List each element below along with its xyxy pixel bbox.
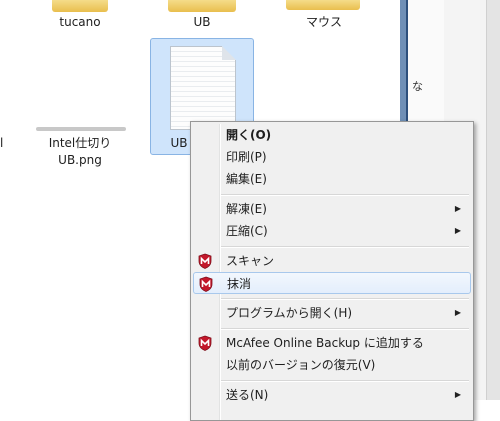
- submenu-arrow-icon: ▶: [454, 390, 461, 399]
- folder-body: [168, 0, 236, 12]
- menu-item-open-with[interactable]: プログラムから開く(H) ▶: [193, 302, 471, 324]
- submenu-arrow-icon: ▶: [454, 204, 461, 213]
- menu-item-label: 印刷(P): [226, 150, 267, 164]
- menu-item-mcafee-backup[interactable]: McAfee Online Backup に追加する: [193, 332, 471, 354]
- menu-separator: [221, 246, 469, 248]
- mcafee-shield-icon: [198, 335, 212, 351]
- image-thumbnail-icon[interactable]: [36, 127, 126, 131]
- folder-tucano-icon[interactable]: [52, 0, 108, 12]
- menu-item-label: 以前のバージョンの復元(V): [226, 358, 376, 372]
- menu-separator: [221, 328, 469, 330]
- menu-item-label: 編集(E): [226, 172, 267, 186]
- menu-item-open[interactable]: 開く(O): [193, 124, 471, 146]
- menu-separator: [221, 380, 469, 382]
- folder-label-tucano[interactable]: tucano: [30, 14, 130, 31]
- folder-body: [286, 0, 360, 10]
- menu-item-label: 解凍(E): [226, 202, 267, 216]
- file-label-intel-png[interactable]: Intel仕切り UB.png: [30, 135, 130, 169]
- submenu-arrow-icon: ▶: [454, 308, 461, 317]
- folder-ub-icon[interactable]: [168, 0, 236, 12]
- menu-item-compress[interactable]: 圧縮(C) ▶: [193, 220, 471, 242]
- menu-item-restore-previous[interactable]: 以前のバージョンの復元(V): [193, 354, 471, 376]
- context-menu: 開く(O) 印刷(P) 編集(E) 解凍(E) ▶ 圧縮(C) ▶ スキャン 抹…: [190, 121, 474, 421]
- menu-item-label: 送る(N): [226, 388, 269, 402]
- submenu-arrow-icon: ▶: [454, 226, 461, 235]
- page-fold: [222, 46, 236, 60]
- folder-label-mouse[interactable]: マウス: [274, 14, 374, 31]
- scrollbar-track[interactable]: [486, 0, 500, 400]
- file-label-line: Intel仕切り: [48, 136, 112, 150]
- menu-item-label: プログラムから開く(H): [226, 306, 353, 320]
- menu-item-edit[interactable]: 編集(E): [193, 168, 471, 190]
- menu-item-send-to[interactable]: 送る(N) ▶: [193, 384, 471, 406]
- menu-item-label: 開く(O): [226, 128, 272, 142]
- text-document-icon[interactable]: [170, 46, 236, 130]
- folder-body: [52, 0, 108, 12]
- menu-item-extract[interactable]: 解凍(E) ▶: [193, 198, 471, 220]
- folder-mouse-icon[interactable]: [286, 0, 360, 10]
- menu-item-shred[interactable]: 抹消: [193, 272, 471, 294]
- menu-separator: [221, 298, 469, 300]
- menu-item-label: スキャン: [226, 254, 275, 268]
- mcafee-shield-icon: [199, 276, 213, 292]
- menu-item-label: 圧縮(C): [226, 224, 268, 238]
- menu-item-scan[interactable]: スキャン: [193, 250, 471, 272]
- menu-item-label: McAfee Online Backup に追加する: [226, 336, 424, 350]
- folder-label-ub[interactable]: UB: [152, 14, 252, 31]
- background-window-text: な: [412, 80, 423, 93]
- mcafee-shield-icon: [198, 253, 212, 269]
- menu-item-label: 抹消: [227, 277, 252, 291]
- menu-item-print[interactable]: 印刷(P): [193, 146, 471, 168]
- file-label-line: UB.png: [58, 153, 102, 167]
- cropped-item-label: l: [0, 136, 4, 150]
- menu-separator: [221, 194, 469, 196]
